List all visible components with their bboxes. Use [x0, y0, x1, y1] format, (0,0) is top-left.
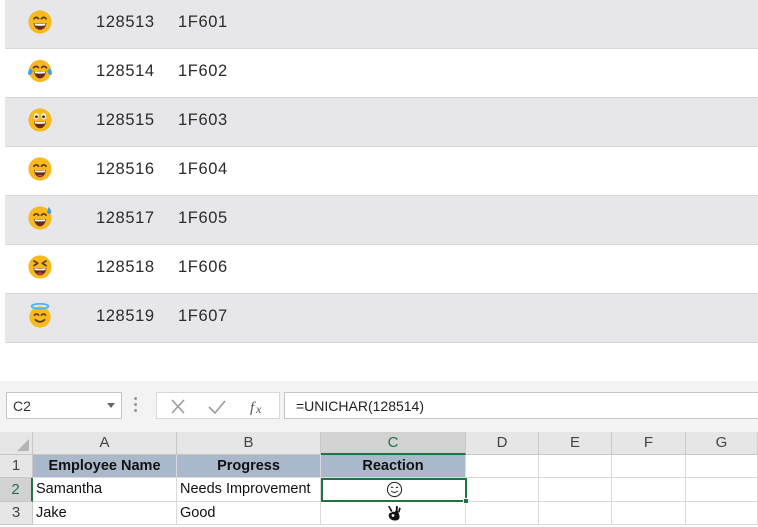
cancel-icon[interactable]	[167, 397, 189, 417]
row-header[interactable]: 1	[0, 455, 33, 478]
column-header[interactable]: B	[177, 432, 321, 455]
column-header[interactable]: F	[612, 432, 686, 455]
grinning-big-eyes-face-icon	[28, 108, 52, 132]
hex-code: 1F604	[178, 160, 228, 178]
decimal-code: 128519	[96, 307, 155, 325]
header-cell-reaction[interactable]: Reaction	[321, 455, 466, 478]
emoji-code-table: 128513 1F601 128514 1F602 128515 1F603 1…	[5, 0, 758, 347]
ok-hand-icon	[388, 506, 401, 521]
cell-reaction[interactable]	[321, 502, 466, 525]
hex-code: 1F602	[178, 62, 228, 80]
hex-code: 1F607	[178, 307, 228, 325]
cell-reaction[interactable]	[321, 478, 466, 502]
name-box[interactable]: C2	[6, 392, 122, 419]
empty-cell[interactable]	[686, 455, 758, 478]
smiling-face-icon	[386, 481, 403, 498]
grinning-smiling-eyes-face-icon	[28, 157, 52, 181]
decimal-code: 128517	[96, 209, 155, 227]
empty-cell[interactable]	[686, 502, 758, 525]
svg-text:x: x	[255, 402, 262, 416]
empty-cell[interactable]	[539, 502, 612, 525]
empty-cell[interactable]	[539, 455, 612, 478]
cell-employee-name[interactable]: Jake	[33, 502, 177, 525]
column-header[interactable]: C	[321, 432, 466, 455]
grinning-sweat-face-icon	[28, 206, 52, 230]
empty-cell[interactable]	[539, 478, 612, 502]
emoji-row: 128516 1F604	[5, 147, 758, 196]
decimal-code: 128518	[96, 258, 155, 276]
halo-face-icon	[29, 303, 51, 328]
column-header[interactable]: E	[539, 432, 612, 455]
formula-bar: C2 f x =UNICHAR(128514)	[0, 381, 758, 427]
header-cell-progress[interactable]: Progress	[177, 455, 321, 478]
empty-cell[interactable]	[612, 455, 686, 478]
empty-cell[interactable]	[612, 478, 686, 502]
name-box-value: C2	[13, 398, 31, 414]
cell-progress[interactable]: Needs Improvement	[177, 478, 321, 502]
hex-code: 1F603	[178, 111, 228, 129]
squinting-face-icon	[28, 255, 52, 279]
hex-code: 1F605	[178, 209, 228, 227]
row-header[interactable]: 3	[0, 502, 33, 525]
emoji-row: 128515 1F603	[5, 98, 758, 147]
hex-code: 1F606	[178, 258, 228, 276]
spreadsheet-grid: A B C D E F G 1 2 3 Employee Name Progre…	[0, 432, 758, 527]
cell-progress[interactable]: Good	[177, 502, 321, 525]
emoji-row: 128513 1F601	[5, 0, 758, 49]
emoji-row: 128519 1F607	[5, 294, 758, 343]
formula-text: =UNICHAR(128514)	[296, 398, 424, 414]
formula-buttons: f x	[156, 392, 280, 419]
empty-cell[interactable]	[466, 502, 539, 525]
chevron-down-icon[interactable]	[107, 403, 115, 408]
header-cell-employee-name[interactable]: Employee Name	[33, 455, 177, 478]
emoji-row: 128517 1F605	[5, 196, 758, 245]
more-options-icon	[134, 397, 137, 413]
cell-employee-name[interactable]: Samantha	[33, 478, 177, 502]
select-all-button[interactable]	[0, 432, 33, 455]
decimal-code: 128513	[96, 13, 155, 31]
formula-input[interactable]: =UNICHAR(128514)	[284, 392, 758, 419]
decimal-code: 128515	[96, 111, 155, 129]
decimal-code: 128514	[96, 62, 155, 80]
hex-code: 1F601	[178, 13, 228, 31]
emoji-row: 128514 1F602	[5, 49, 758, 98]
decimal-code: 128516	[96, 160, 155, 178]
tears-of-joy-face-icon	[28, 59, 52, 83]
emoji-row: 128518 1F606	[5, 245, 758, 294]
beaming-face-icon	[28, 10, 52, 34]
row-header[interactable]: 2	[0, 478, 33, 502]
excel-sheet: C2 f x =UNICHAR(128514) A B C D E F G 1 …	[0, 381, 758, 527]
column-header[interactable]: G	[686, 432, 758, 455]
insert-function-icon[interactable]: f x	[247, 397, 269, 417]
column-header[interactable]: A	[33, 432, 177, 455]
empty-cell[interactable]	[466, 478, 539, 502]
empty-cell[interactable]	[686, 478, 758, 502]
empty-cell[interactable]	[612, 502, 686, 525]
column-header[interactable]: D	[466, 432, 539, 455]
empty-cell[interactable]	[466, 455, 539, 478]
enter-check-icon[interactable]	[206, 397, 228, 417]
